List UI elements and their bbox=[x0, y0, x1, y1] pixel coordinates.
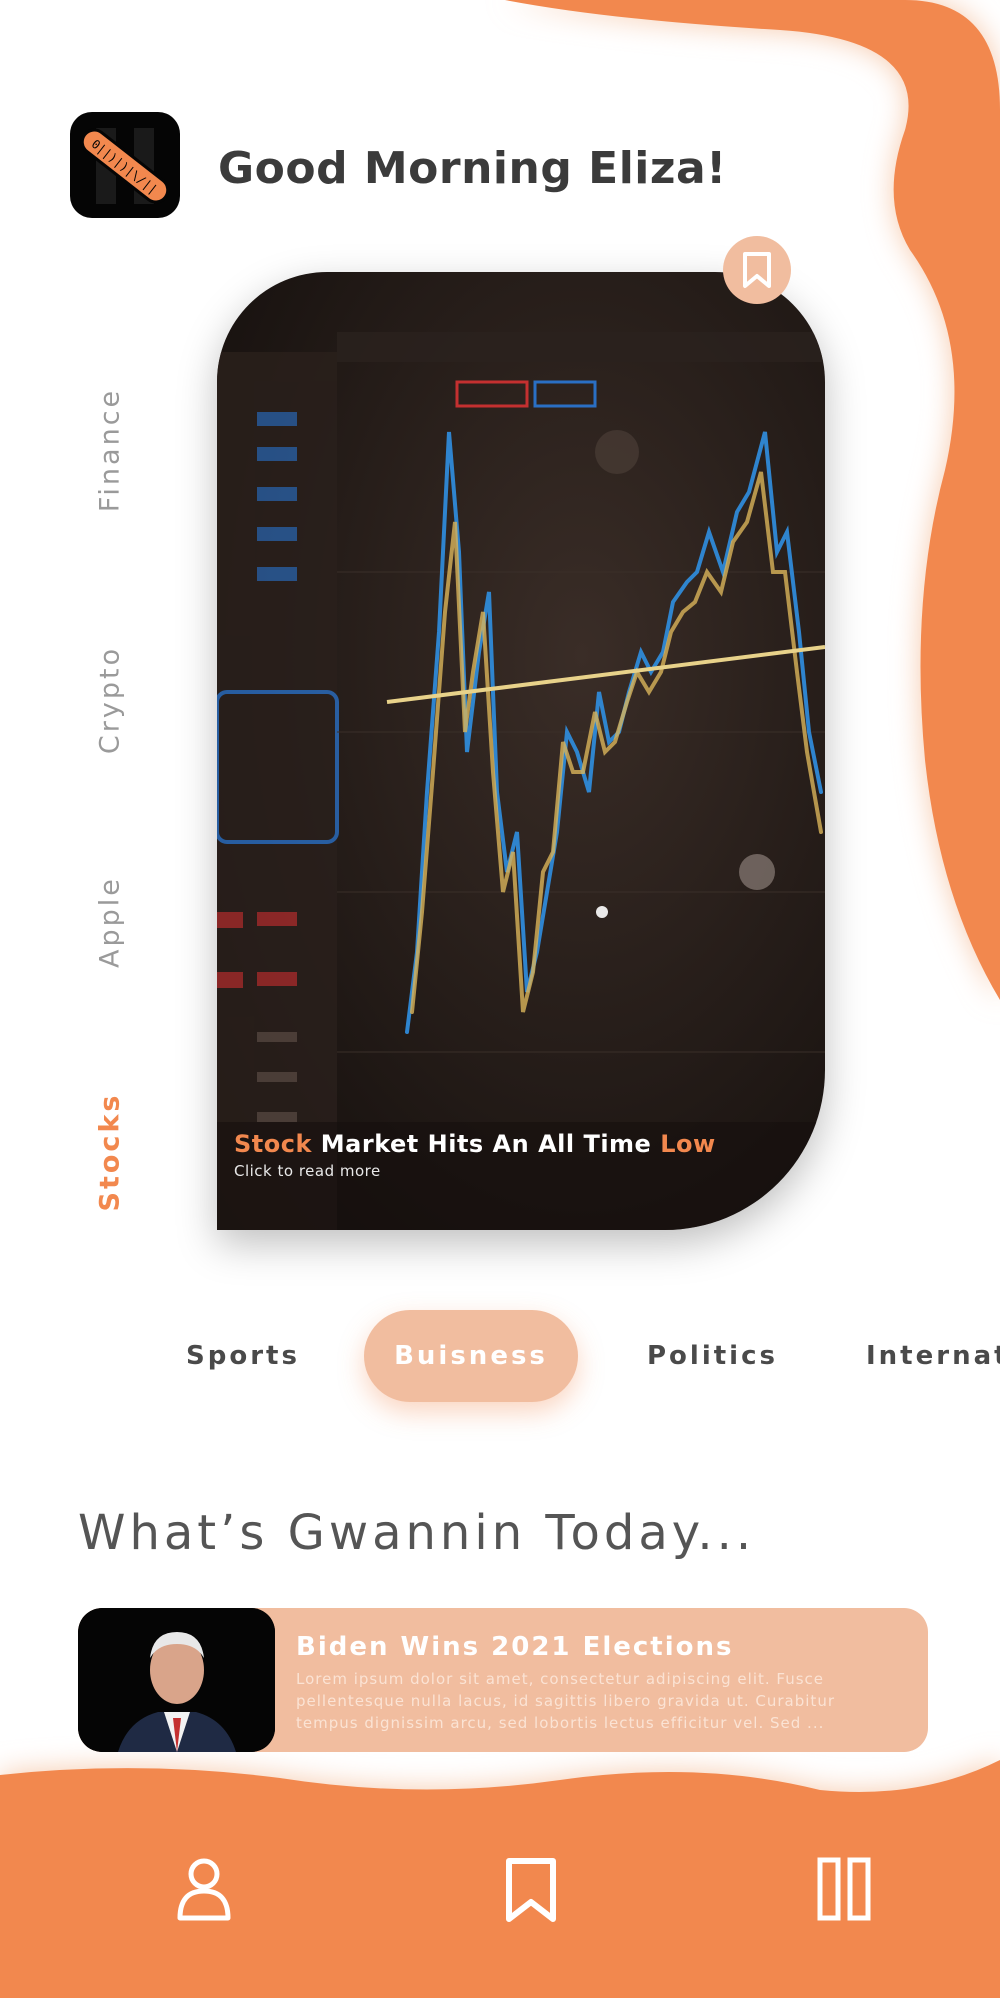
news-title: Biden Wins 2021 Elections bbox=[296, 1632, 734, 1662]
side-category-crypto[interactable]: Crypto bbox=[95, 646, 126, 754]
side-category-stocks[interactable]: Stocks bbox=[95, 1093, 126, 1212]
stock-chart-image bbox=[217, 332, 825, 1230]
bookmark-icon bbox=[743, 252, 771, 288]
hero-read-more[interactable]: Click to read more bbox=[234, 1162, 381, 1180]
hero-title: Stock Market Hits An All Time Low bbox=[234, 1130, 716, 1158]
news-card[interactable]: Biden Wins 2021 Elections Lorem ipsum do… bbox=[78, 1608, 928, 1752]
section-title: What’s Gwannin Today... bbox=[78, 1505, 756, 1561]
hero-title-middle: Market Hits An All Time bbox=[311, 1130, 661, 1158]
app-logo[interactable]: 0||)|)|\/|| bbox=[68, 110, 182, 220]
tab-politics[interactable]: Politics bbox=[647, 1310, 778, 1402]
tab-sports[interactable]: Sports bbox=[186, 1310, 300, 1402]
nav-profile-button[interactable] bbox=[176, 1857, 232, 1925]
tab-international[interactable]: Internat bbox=[866, 1310, 1000, 1402]
greeting-text: Good Morning Eliza! bbox=[218, 143, 727, 194]
nav-bookmarks-button[interactable] bbox=[505, 1857, 557, 1927]
columns-icon bbox=[817, 1857, 871, 1921]
category-tabs: Sports Buisness Politics Internat bbox=[0, 1310, 1000, 1402]
hero-bookmark-button[interactable] bbox=[723, 236, 791, 304]
news-body: Lorem ipsum dolor sit amet, consectetur … bbox=[296, 1670, 835, 1732]
user-icon bbox=[177, 1858, 231, 1921]
hero-article-card[interactable]: Stock Market Hits An All Time Low Click … bbox=[217, 272, 825, 1230]
tab-buisness[interactable]: Buisness bbox=[364, 1310, 578, 1402]
side-category-apple[interactable]: Apple bbox=[95, 876, 126, 968]
bookmark-icon bbox=[506, 1858, 556, 1922]
n-logo-icon: 0||)|)|\/|| bbox=[70, 112, 180, 218]
news-thumbnail bbox=[78, 1608, 275, 1752]
hero-title-highlight-1: Stock bbox=[234, 1130, 312, 1158]
hero-title-highlight-2: Low bbox=[660, 1130, 716, 1158]
side-category-finance[interactable]: Finance bbox=[95, 388, 126, 512]
nav-columns-button[interactable] bbox=[817, 1857, 871, 1925]
